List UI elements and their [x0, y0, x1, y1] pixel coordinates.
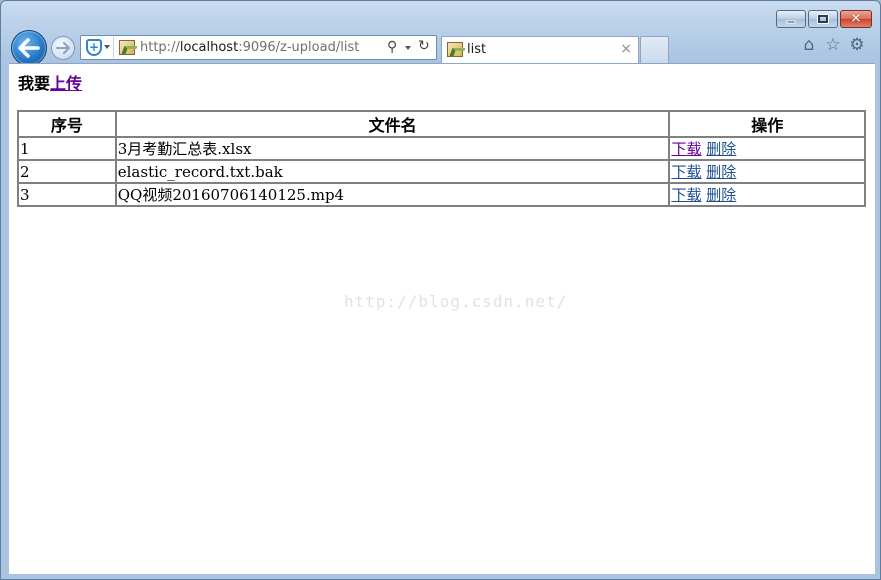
delete-link[interactable]: 删除: [706, 186, 736, 204]
new-tab-button[interactable]: [640, 36, 669, 63]
home-icon[interactable]: ⌂: [800, 36, 818, 54]
minimize-button[interactable]: [776, 10, 806, 28]
table-header-row: 序号 文件名 操作: [18, 111, 865, 137]
row-filename: QQ视频20160706140125.mp4: [115, 183, 670, 206]
page-viewport: 我要上传 序号 文件名 操作 1 3月考勤汇总表.xlsx 下载 删除 2 el…: [9, 63, 875, 574]
maximize-icon: [817, 14, 829, 24]
tab-favicon-icon: [447, 42, 463, 57]
page-favicon-icon: [119, 40, 135, 55]
table-row: 1 3月考勤汇总表.xlsx 下载 删除: [18, 137, 865, 160]
page-heading: 我要上传: [18, 70, 82, 94]
shield-plus-icon: +: [86, 39, 102, 56]
watermark-text: http://blog.csdn.net/: [344, 292, 568, 311]
tab-close-icon[interactable]: ×: [620, 41, 632, 57]
compatibility-view-button[interactable]: +: [82, 37, 114, 58]
file-table: 序号 文件名 操作 1 3月考勤汇总表.xlsx 下载 删除 2 elastic…: [17, 110, 866, 207]
caption-buttons: ✕: [776, 10, 872, 28]
upload-link[interactable]: 上传: [50, 74, 82, 93]
minimize-icon: [786, 20, 796, 24]
download-link[interactable]: 下载: [671, 186, 701, 204]
row-filename: elastic_record.txt.bak: [115, 160, 670, 183]
refresh-icon[interactable]: ↻: [418, 38, 430, 54]
close-icon: ✕: [850, 11, 862, 27]
download-link[interactable]: 下载: [671, 140, 701, 158]
forward-arrow-icon: [56, 42, 70, 54]
address-bar[interactable]: + http://localhost:9096/z-upload/list ⚲ …: [80, 35, 437, 60]
row-actions: 下载 删除: [669, 160, 865, 183]
forward-button[interactable]: [51, 36, 75, 60]
row-index: 3: [18, 183, 116, 206]
row-index: 2: [18, 160, 116, 183]
column-header-filename: 文件名: [115, 111, 670, 137]
address-dropdown-icon[interactable]: [405, 46, 411, 50]
table-row: 2 elastic_record.txt.bak 下载 删除: [18, 160, 865, 183]
gear-icon[interactable]: ⚙: [848, 36, 866, 54]
column-header-actions: 操作: [669, 111, 865, 137]
browser-window: ✕ + http://localhost:9096/z-upload/list …: [0, 0, 881, 580]
row-index: 1: [18, 137, 116, 160]
heading-prefix: 我要: [18, 74, 51, 93]
search-icon[interactable]: ⚲: [387, 39, 397, 55]
maximize-button[interactable]: [808, 10, 838, 28]
delete-link[interactable]: 删除: [706, 163, 736, 181]
back-arrow-icon: [18, 38, 40, 58]
close-window-button[interactable]: ✕: [840, 10, 872, 28]
row-actions: 下载 删除: [669, 183, 865, 206]
column-header-index: 序号: [18, 111, 116, 137]
table-row: 3 QQ视频20160706140125.mp4 下载 删除: [18, 183, 865, 206]
back-button[interactable]: [11, 30, 47, 66]
url-text[interactable]: http://localhost:9096/z-upload/list: [140, 40, 359, 55]
tab-title: list: [467, 42, 487, 57]
delete-link[interactable]: 删除: [706, 140, 736, 158]
row-filename: 3月考勤汇总表.xlsx: [115, 137, 670, 160]
toolbar-icons: ⌂ ☆ ⚙: [800, 36, 866, 54]
download-link[interactable]: 下载: [671, 163, 701, 181]
favorites-star-icon[interactable]: ☆: [824, 36, 842, 54]
chevron-down-icon: [104, 45, 110, 49]
row-actions: 下载 删除: [669, 137, 865, 160]
tab-list[interactable]: list ×: [441, 36, 639, 63]
